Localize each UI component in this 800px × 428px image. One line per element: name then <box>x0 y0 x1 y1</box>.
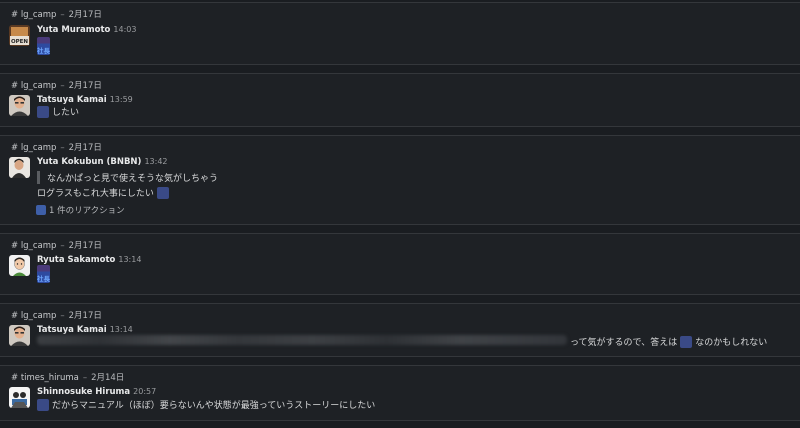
channel-name[interactable]: # lg_camp <box>11 10 56 20</box>
custom-emoji-icon <box>156 186 169 199</box>
message-body: したい <box>37 105 79 118</box>
redacted-text <box>37 335 567 345</box>
message-date: 2月17日 <box>68 10 102 20</box>
message-header: Ryuta Sakamoto 13:14 <box>37 255 141 265</box>
quoted-text: なんかぱっと見で使えそうな気がしちゃう <box>37 171 218 184</box>
author-name[interactable]: Tatsuya Kamai <box>37 95 107 105</box>
message-text: ログラスもこれ大事にしたい <box>37 189 154 199</box>
message-card[interactable]: # lg_camp –2月17日 Tatsuya Kamai 13:14 って気がす… <box>0 303 800 357</box>
message-card[interactable]: # lg_camp –2月17日 Tatsuya Kamai 13:59 したい <box>0 73 800 127</box>
channel-date-line: # lg_camp –2月17日 <box>11 311 102 321</box>
author-name[interactable]: Ryuta Sakamoto <box>37 255 115 265</box>
custom-emoji-icon <box>37 398 49 411</box>
timestamp[interactable]: 13:59 <box>110 95 133 104</box>
message-card[interactable]: # times_hiruma –2月14日 Shinnosuke Hiruma 20… <box>0 365 800 421</box>
timestamp[interactable]: 13:42 <box>144 157 167 166</box>
avatar[interactable] <box>9 157 30 178</box>
message-header: Yuta Muramoto 14:03 <box>37 25 136 35</box>
author-name[interactable]: Yuta Kokubun (BNBN) <box>37 157 141 167</box>
channel-date-line: # lg_camp –2月17日 <box>11 10 102 20</box>
channel-date-line: # times_hiruma –2月14日 <box>11 373 125 383</box>
timestamp[interactable]: 13:14 <box>118 255 141 264</box>
message-body: って気がするので、答えは なのかもしれない <box>0 324 800 348</box>
message-date: 2月17日 <box>68 241 102 251</box>
message-text: したい <box>52 108 80 118</box>
message-body: ログラスもこれ大事にしたい <box>37 186 169 199</box>
avatar[interactable]: OPEN <box>9 25 30 46</box>
message-card[interactable]: # lg_camp –2月17日 Ryuta Sakamoto 13:14 社長 <box>0 233 800 295</box>
message-date: 2月17日 <box>68 311 102 321</box>
message-date: 2月17日 <box>68 143 102 153</box>
custom-emoji-icon <box>37 105 49 118</box>
channel-date-line: # lg_camp –2月17日 <box>11 241 102 251</box>
avatar[interactable] <box>9 95 30 116</box>
message-date: 2月17日 <box>68 81 102 91</box>
author-name[interactable]: Shinnosuke Hiruma <box>37 387 130 397</box>
avatar[interactable] <box>9 387 30 408</box>
message-header: Tatsuya Kamai 13:59 <box>37 95 133 105</box>
message-header: Yuta Kokubun (BNBN) 13:42 <box>37 157 168 167</box>
message-text-continued: なのかもしれない <box>695 338 768 348</box>
reaction-summary[interactable]: 1 件のリアクション <box>36 204 125 216</box>
message-header: Shinnosuke Hiruma 20:57 <box>37 387 156 397</box>
custom-emoji-icon <box>680 335 693 348</box>
message-text: って気がするので、答えは <box>570 338 678 348</box>
message-text-row: って気がするので、答えは なのかもしれない <box>570 335 767 348</box>
timestamp[interactable]: 20:57 <box>133 387 156 396</box>
message-body: 社長 <box>37 37 50 55</box>
custom-emoji-icon: 社長 <box>37 265 50 283</box>
message-body: 社長 <box>37 265 50 283</box>
channel-date-line: # lg_camp –2月17日 <box>11 81 102 91</box>
avatar-sign-text: OPEN <box>11 39 28 45</box>
message-card[interactable]: # lg_camp –2月17日 Yuta Kokubun (BNBN) 13:42… <box>0 135 800 225</box>
reaction-count-label: 1 件のリアクション <box>49 206 125 216</box>
emoji-label: 社長 <box>37 47 50 55</box>
channel-date-line: # lg_camp –2月17日 <box>11 143 102 153</box>
message-body: だからマニュアル（ほぼ）要らないんや状態が最強っていうストーリーにしたい <box>37 398 375 411</box>
channel-name[interactable]: # lg_camp <box>11 143 56 153</box>
channel-name[interactable]: # lg_camp <box>11 311 56 321</box>
custom-emoji-icon: 社長 <box>37 37 50 55</box>
message-date: 2月14日 <box>91 373 125 383</box>
message-card[interactable]: # lg_camp –2月17日 OPEN Yuta Muramoto 14:03 … <box>0 2 800 65</box>
reaction-emoji-icon <box>36 205 46 215</box>
channel-name[interactable]: # lg_camp <box>11 81 56 91</box>
emoji-label: 社長 <box>37 275 50 283</box>
avatar[interactable] <box>9 255 30 276</box>
channel-name[interactable]: # lg_camp <box>11 241 56 251</box>
author-name[interactable]: Yuta Muramoto <box>37 25 110 35</box>
message-text: だからマニュアル（ほぼ）要らないんや状態が最強っていうストーリーにしたい <box>52 401 376 411</box>
channel-name[interactable]: # times_hiruma <box>11 373 79 383</box>
timestamp[interactable]: 14:03 <box>113 25 136 34</box>
